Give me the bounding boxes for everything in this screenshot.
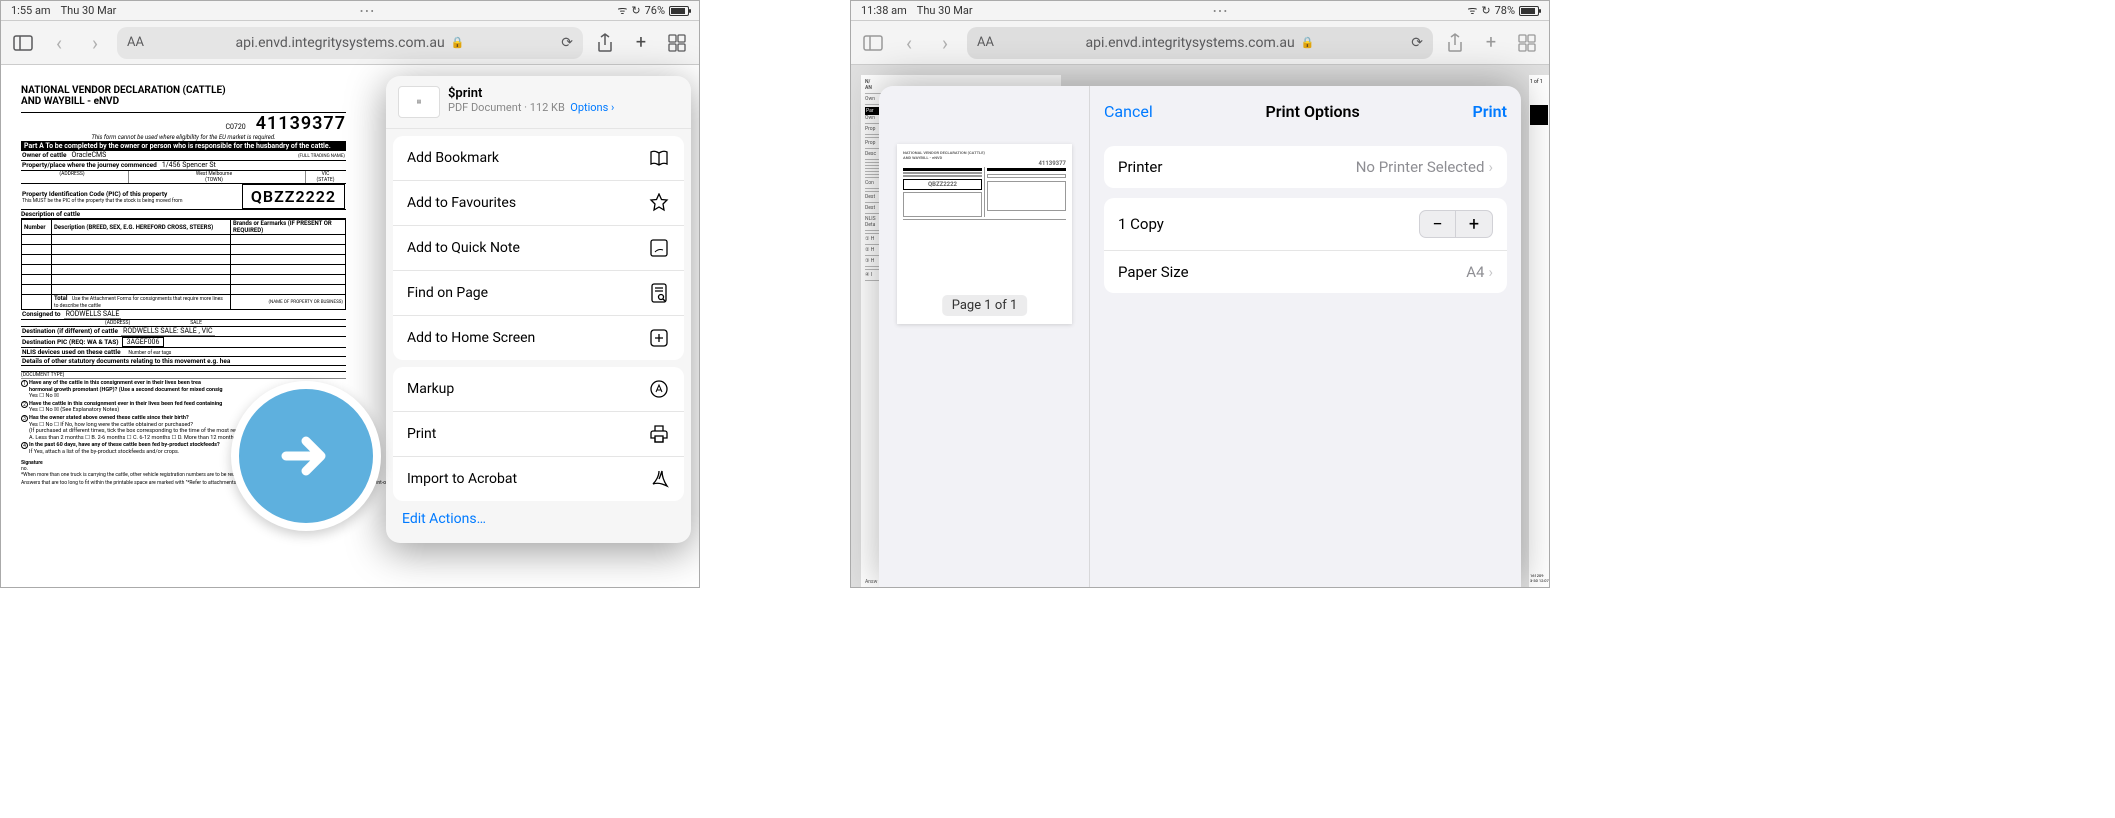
share-title: $print xyxy=(448,86,614,101)
url-bar[interactable]: AA api.envd.integritysystems.com.au 🔒 ⟳ xyxy=(967,27,1433,59)
print-preview[interactable]: NATIONAL VENDOR DECLARATION (CATTLE)AND … xyxy=(897,144,1072,324)
sidebar-icon[interactable] xyxy=(9,29,37,57)
page-indicator: Page 1 of 1 xyxy=(942,295,1028,316)
part-a-header: Part A To be completed by the owner or p… xyxy=(21,141,346,151)
stepper-minus-icon[interactable]: − xyxy=(1420,211,1456,237)
markup-icon xyxy=(648,378,670,400)
add-square-icon xyxy=(648,327,670,349)
copies-stepper[interactable]: − + xyxy=(1419,210,1493,238)
wifi-icon: ᯤ xyxy=(617,3,627,18)
edit-actions-link[interactable]: Edit Actions… xyxy=(386,501,691,537)
paper-size-row[interactable]: Paper Size A4› xyxy=(1104,251,1507,293)
print-options-title: Print Options xyxy=(1265,102,1359,121)
share-icon[interactable] xyxy=(1441,29,1469,57)
forward-icon[interactable]: › xyxy=(81,29,109,57)
tabs-icon[interactable] xyxy=(663,29,691,57)
share-acrobat[interactable]: Import to Acrobat xyxy=(393,457,684,501)
acrobat-icon xyxy=(648,468,670,490)
status-bar: 1:55 am Thu 30 Mar ⋯ ᯤ ↻ 76% xyxy=(1,1,699,21)
doc-title: NATIONAL VENDOR DECLARATION (CATTLE) xyxy=(21,85,346,96)
lock-icon: 🔒 xyxy=(451,36,465,49)
stepper-plus-icon[interactable]: + xyxy=(1456,211,1492,237)
sidebar-icon[interactable] xyxy=(859,29,887,57)
journey-value: 1/456 Spencer St xyxy=(160,161,218,170)
dest-pic-value: 3AGEF006 xyxy=(122,337,165,347)
printer-row[interactable]: Printer No Printer Selected› xyxy=(1104,146,1507,188)
owner-value: OracleCMS xyxy=(70,151,109,160)
refresh-icon[interactable]: ⟳ xyxy=(561,35,573,51)
pic-value: QBZZ2222 xyxy=(242,184,345,209)
browser-toolbar: ‹ › AA api.envd.integritysystems.com.au … xyxy=(1,21,699,65)
share-bookmark[interactable]: Add Bookmark xyxy=(393,136,684,181)
doc-eu-note: This form cannot be used where eligibili… xyxy=(21,134,346,141)
refresh-icon[interactable]: ⟳ xyxy=(1411,35,1423,51)
share-find[interactable]: Find on Page xyxy=(393,271,684,316)
copies-row: 1 Copy − + xyxy=(1104,198,1507,251)
share-thumbnail: ▦ xyxy=(398,86,440,118)
url-bar[interactable]: AA api.envd.integritysystems.com.au 🔒 ⟳ xyxy=(117,27,583,59)
forward-icon[interactable]: › xyxy=(931,29,959,57)
share-print[interactable]: Print xyxy=(393,412,684,457)
share-markup[interactable]: Markup xyxy=(393,367,684,412)
share-homescreen[interactable]: Add to Home Screen xyxy=(393,316,684,360)
printer-icon xyxy=(648,423,670,445)
share-sheet: ▦ $print PDF Document · 112 KB Options ›… xyxy=(386,76,691,543)
star-icon xyxy=(648,192,670,214)
lock-icon: 🔒 xyxy=(1301,36,1315,49)
consigned-value: RODWELLS SALE xyxy=(64,310,122,319)
status-time: 11:38 am xyxy=(861,4,907,17)
status-date: Thu 30 Mar xyxy=(61,4,117,17)
find-page-icon xyxy=(648,282,670,304)
battery-icon xyxy=(669,6,689,16)
status-date: Thu 30 Mar xyxy=(917,4,973,17)
status-bar: 11:38 am Thu 30 Mar ⋯ ᯤ ↻ 78% xyxy=(851,1,1549,21)
arrow-badge xyxy=(231,381,381,531)
back-icon[interactable]: ‹ xyxy=(895,29,923,57)
browser-toolbar: ‹ › AA api.envd.integritysystems.com.au … xyxy=(851,21,1549,65)
cattle-table: NumberDescription (BREED, SEX, E.G. HERE… xyxy=(21,219,346,310)
share-quicknote[interactable]: Add to Quick Note xyxy=(393,226,684,271)
dest-diff-value: RODWELLS SALE: SALE , VIC xyxy=(121,327,215,336)
status-time: 1:55 am xyxy=(11,4,51,17)
share-favourites[interactable]: Add to Favourites xyxy=(393,181,684,226)
text-size-icon[interactable]: AA xyxy=(977,35,994,50)
doc-subtitle: AND WAYBILL - eNVD xyxy=(21,96,346,107)
url-text: api.envd.integritysystems.com.au xyxy=(1086,35,1295,51)
wifi-icon: ᯤ xyxy=(1467,3,1477,18)
book-icon xyxy=(648,147,670,169)
quicknote-icon xyxy=(648,237,670,259)
share-icon[interactable] xyxy=(591,29,619,57)
print-modal: NATIONAL VENDOR DECLARATION (CATTLE)AND … xyxy=(879,86,1521,587)
new-tab-icon[interactable]: + xyxy=(627,29,655,57)
url-text: api.envd.integritysystems.com.au xyxy=(236,35,445,51)
share-options-link[interactable]: Options › xyxy=(570,101,614,114)
back-icon[interactable]: ‹ xyxy=(45,29,73,57)
chevron-right-icon: › xyxy=(1488,263,1493,281)
cancel-button[interactable]: Cancel xyxy=(1104,102,1153,121)
doc-id: 41139377 xyxy=(256,113,346,134)
print-button[interactable]: Print xyxy=(1472,102,1507,121)
doc-cnum: C0720 xyxy=(225,123,245,131)
battery-pct: 78% xyxy=(1495,4,1515,17)
battery-icon xyxy=(1519,6,1539,16)
text-size-icon[interactable]: AA xyxy=(127,35,144,50)
battery-pct: 76% xyxy=(645,4,665,17)
new-tab-icon[interactable]: + xyxy=(1477,29,1505,57)
chevron-right-icon: › xyxy=(1488,158,1493,176)
tabs-icon[interactable] xyxy=(1513,29,1541,57)
